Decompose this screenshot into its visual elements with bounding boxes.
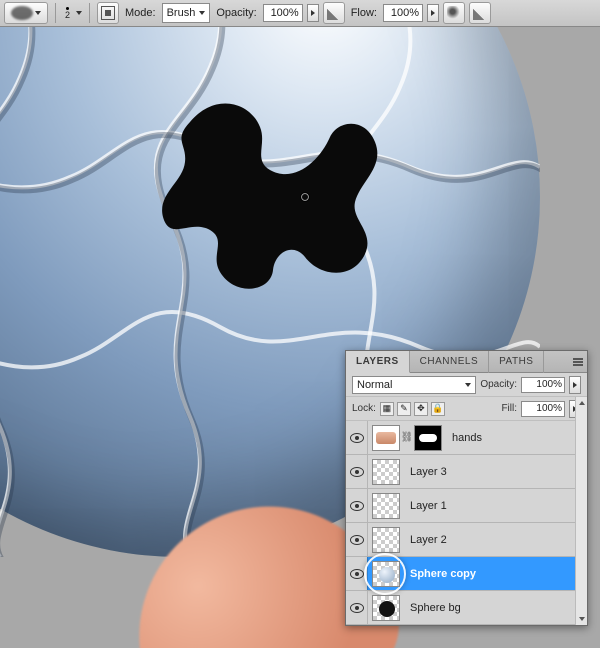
tablet-pressure-icon [473, 6, 487, 20]
layer-mask-thumbnail[interactable] [414, 425, 442, 451]
tool-preset-picker[interactable] [4, 2, 48, 24]
panel-toggle-icon [101, 6, 115, 20]
lock-label: Lock: [352, 403, 376, 414]
layer-name[interactable]: hands [446, 432, 482, 444]
chevron-down-icon[interactable] [76, 11, 82, 15]
tab-paths[interactable]: PATHS [489, 351, 544, 373]
flow-input[interactable]: 100% [383, 4, 423, 22]
tablet-pressure-size[interactable] [469, 2, 491, 24]
blend-mode-value: Normal [357, 379, 392, 391]
lock-all[interactable]: 🔒 [431, 402, 445, 416]
artwork-missing-piece [155, 82, 395, 292]
layer-thumbnail[interactable] [372, 527, 400, 553]
visibility-toggle[interactable] [346, 489, 368, 522]
layer-opacity-input[interactable]: 100% [521, 377, 565, 393]
eye-icon [350, 603, 364, 613]
tablet-pressure-icon [327, 6, 341, 20]
scroll-down-button[interactable] [576, 613, 588, 625]
brush-panel-toggle[interactable] [97, 2, 119, 24]
brush-size-value: 2 [65, 11, 70, 20]
layer-thumbnail[interactable] [372, 459, 400, 485]
eye-icon [350, 467, 364, 477]
options-bar: 2 Mode: Brush Opacity: 100% Flow: 100% [0, 0, 600, 27]
chevron-down-icon [465, 383, 471, 387]
menu-icon [573, 361, 583, 363]
visibility-toggle[interactable] [346, 455, 368, 488]
lock-fill-row: Lock: ▦ ✎ ✥ 🔒 Fill: 100% [346, 397, 587, 421]
mask-link-icon[interactable]: ⛓ [403, 431, 411, 445]
panel-menu-button[interactable] [569, 361, 587, 363]
eye-icon [350, 501, 364, 511]
separator [55, 3, 56, 23]
eye-icon [350, 535, 364, 545]
chevron-down-icon [35, 11, 41, 15]
panel-tabs: LAYERS CHANNELS PATHS [346, 351, 587, 373]
layer-thumbnail[interactable] [372, 493, 400, 519]
layer-opacity-value: 100% [536, 379, 562, 390]
blend-opacity-row: Normal Opacity: 100% [346, 373, 587, 397]
layer-thumbnail[interactable] [372, 595, 400, 621]
brush-icon [11, 6, 33, 20]
chevron-down-icon [199, 11, 205, 15]
layer-thumbnail[interactable] [372, 425, 400, 451]
eye-icon [350, 569, 364, 579]
layer-row-layer3[interactable]: Layer 3 [346, 455, 587, 489]
brush-cursor [300, 192, 310, 202]
airbrush-icon [447, 6, 461, 20]
layers-panel: LAYERS CHANNELS PATHS Normal Opacity: 10… [345, 350, 588, 626]
mode-value: Brush [167, 7, 196, 19]
airbrush-toggle[interactable] [443, 2, 465, 24]
mode-select[interactable]: Brush [162, 3, 211, 23]
tab-layers[interactable]: LAYERS [346, 351, 410, 373]
layer-name[interactable]: Layer 1 [404, 500, 447, 512]
opacity-input[interactable]: 100% [263, 4, 303, 22]
layer-row-sphere-bg[interactable]: Sphere bg [346, 591, 587, 625]
lock-position[interactable]: ✥ [414, 402, 428, 416]
layer-name[interactable]: Layer 3 [404, 466, 447, 478]
layer-thumbnail[interactable] [372, 561, 400, 587]
opacity-value: 100% [271, 7, 299, 19]
panel-scrollbar[interactable] [575, 397, 587, 625]
opacity-flyout[interactable] [307, 4, 319, 22]
flow-flyout[interactable] [427, 4, 439, 22]
flow-label: Flow: [349, 7, 379, 19]
layer-row-sphere-copy[interactable]: Sphere copy [346, 557, 587, 591]
layer-row-hands[interactable]: ⛓ hands [346, 421, 587, 455]
layer-name[interactable]: Sphere copy [404, 568, 476, 580]
blend-mode-select[interactable]: Normal [352, 376, 476, 394]
visibility-toggle[interactable] [346, 421, 368, 454]
layer-opacity-flyout[interactable] [569, 376, 581, 394]
tab-channels[interactable]: CHANNELS [410, 351, 489, 373]
tablet-pressure-opacity[interactable] [323, 2, 345, 24]
visibility-toggle[interactable] [346, 591, 368, 624]
separator [89, 3, 90, 23]
brush-size-picker[interactable]: 2 [63, 7, 72, 20]
layers-list: ⛓ hands Layer 3 Layer 1 Layer 2 Sphere c… [346, 421, 587, 625]
scroll-up-button[interactable] [576, 397, 588, 409]
visibility-toggle[interactable] [346, 523, 368, 556]
layer-name[interactable]: Layer 2 [404, 534, 447, 546]
visibility-toggle[interactable] [346, 557, 368, 590]
opacity-label: Opacity: [214, 7, 258, 19]
lock-transparent-pixels[interactable]: ▦ [380, 402, 394, 416]
fill-input[interactable]: 100% [521, 401, 565, 417]
layer-row-layer1[interactable]: Layer 1 [346, 489, 587, 523]
eye-icon [350, 433, 364, 443]
flow-value: 100% [391, 7, 419, 19]
mode-label: Mode: [123, 7, 158, 19]
layer-row-layer2[interactable]: Layer 2 [346, 523, 587, 557]
fill-value: 100% [536, 403, 562, 414]
fill-label: Fill: [501, 403, 517, 414]
lock-image-pixels[interactable]: ✎ [397, 402, 411, 416]
layer-opacity-label: Opacity: [480, 379, 517, 390]
layer-name[interactable]: Sphere bg [404, 602, 461, 614]
